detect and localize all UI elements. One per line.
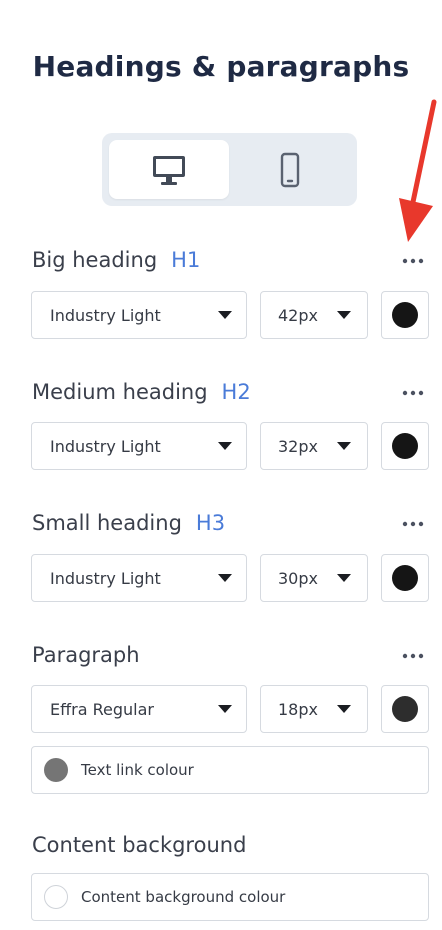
content-background-colour-field[interactable]: Content background colour [31,873,429,921]
medium-heading-more-button[interactable] [396,383,430,403]
caret-down-icon [218,574,232,582]
big-heading-label: Big heading H1 [32,248,201,272]
caret-down-icon [218,705,232,713]
paragraph-font-select[interactable]: Effra Regular [31,685,247,733]
color-swatch [392,302,418,328]
mobile-icon [280,152,300,187]
red-arrow-annotation [399,99,437,242]
content-background-label: Content background [32,833,247,857]
h3-tag: H3 [195,511,226,535]
big-heading-color-button[interactable] [381,291,429,339]
more-horizontal-icon [402,521,424,527]
medium-heading-font-select[interactable]: Industry Light [31,422,247,470]
device-toggle [102,133,357,206]
small-heading-more-button[interactable] [396,514,430,534]
mobile-view-button[interactable] [230,140,350,199]
color-swatch [392,565,418,591]
caret-down-icon [337,442,351,450]
caret-down-icon [337,705,351,713]
h2-tag: H2 [221,380,251,404]
color-swatch [44,758,68,782]
caret-down-icon [337,574,351,582]
small-heading-color-button[interactable] [381,554,429,602]
paragraph-color-button[interactable] [381,685,429,733]
medium-heading-color-button[interactable] [381,422,429,470]
caret-down-icon [218,442,232,450]
big-heading-size-select[interactable]: 42px [260,291,368,339]
small-heading-size-select[interactable]: 30px [260,554,368,602]
medium-heading-size-select[interactable]: 32px [260,422,368,470]
more-horizontal-icon [402,653,424,659]
h1-tag: H1 [171,248,201,272]
medium-heading-label: Medium heading H2 [32,380,251,404]
paragraph-size-select[interactable]: 18px [260,685,368,733]
big-heading-font-select[interactable]: Industry Light [31,291,247,339]
paragraph-label: Paragraph [32,643,140,667]
desktop-icon [153,155,185,185]
color-swatch [44,885,68,909]
desktop-view-button[interactable] [109,140,229,199]
caret-down-icon [218,311,232,319]
text-link-colour-field[interactable]: Text link colour [31,746,429,794]
caret-down-icon [337,311,351,319]
big-heading-more-button[interactable] [396,251,430,271]
color-swatch [392,433,418,459]
paragraph-more-button[interactable] [396,646,430,666]
small-heading-label: Small heading H3 [32,511,226,535]
more-horizontal-icon [402,390,424,396]
more-horizontal-icon [402,258,424,264]
panel-title: Headings & paragraphs [32,50,410,83]
small-heading-font-select[interactable]: Industry Light [31,554,247,602]
color-swatch [392,696,418,722]
